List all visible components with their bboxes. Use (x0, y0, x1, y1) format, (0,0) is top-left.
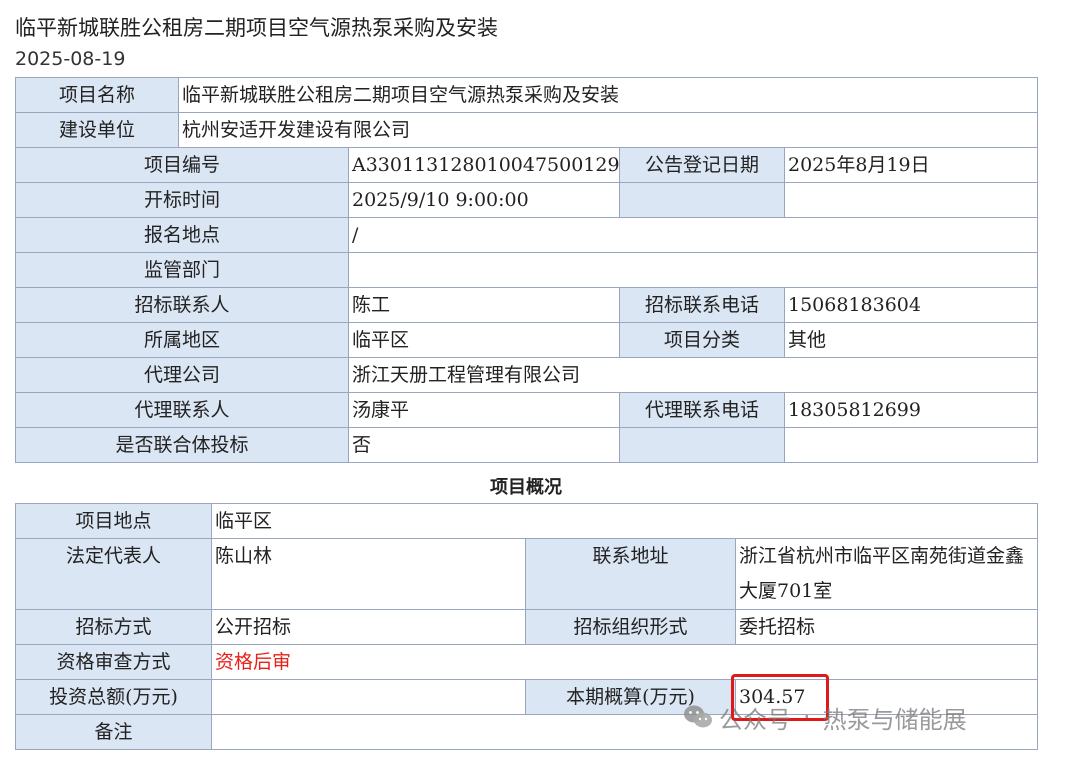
contact-label: 招标联系人 (15, 287, 349, 323)
table-row: 所属地区 临平区 项目分类 其他 (15, 322, 1039, 358)
invest-value (211, 679, 526, 715)
supervisor-value (347, 252, 1039, 288)
table-row: 法定代表人 陈山林 联系地址 浙江省杭州市临平区南苑街道金鑫大厦701室 (15, 538, 1039, 610)
signup-label: 报名地点 (15, 217, 349, 253)
publish-date: 2025-08-19 (15, 48, 126, 70)
table-row: 项目地点 临平区 (15, 503, 1039, 539)
empty-value-cell (783, 182, 1039, 218)
builder-label: 建设单位 (15, 112, 179, 148)
bid-open-value: 2025/9/10 9:00:00 (348, 182, 620, 218)
table-row: 是否联合体投标 否 (15, 427, 1039, 463)
project-no-value: A3301131280100475001291 (348, 147, 620, 183)
region-value: 临平区 (348, 322, 620, 358)
watermark-left-text: 公众号 (719, 705, 791, 734)
table-row: 报名地点 / (15, 217, 1039, 253)
agent-contact-value: 汤康平 (348, 392, 620, 428)
watermark-separator: · (803, 703, 811, 731)
empty-label-cell (619, 182, 785, 218)
agent-phone-value: 18305812699 (783, 392, 1039, 428)
watermark-right-text: 热泵与储能展 (822, 705, 967, 734)
agent-label: 代理公司 (15, 357, 349, 393)
agent-value: 浙江天册工程管理有限公司 (347, 357, 1039, 393)
wechat-icon (684, 705, 712, 728)
address-value: 浙江省杭州市临平区南苑街道金鑫大厦701室 (734, 538, 1039, 610)
page-title: 临平新城联胜公租房二期项目空气源热泵采购及安装 (15, 16, 498, 40)
table-row: 招标方式 公开招标 招标组织形式 委托招标 (15, 609, 1039, 645)
qual-label: 资格审查方式 (15, 644, 212, 680)
table-row: 开标时间 2025/9/10 9:00:00 (15, 182, 1039, 218)
remark-label: 备注 (15, 714, 212, 750)
location-value: 临平区 (210, 503, 1039, 539)
region-label: 所属地区 (15, 322, 349, 358)
project-name-value: 临平新城联胜公租房二期项目空气源热泵采购及安装 (177, 77, 1039, 113)
project-name-label: 项目名称 (15, 77, 179, 113)
table-row: 代理公司 浙江天册工程管理有限公司 (15, 357, 1039, 393)
table-row: 资格审查方式 资格后审 (15, 644, 1039, 680)
invest-label: 投资总额(万元) (15, 679, 212, 715)
table-row: 监管部门 (15, 252, 1039, 288)
overview-section-title: 项目概况 (490, 477, 562, 498)
agent-contact-label: 代理联系人 (15, 392, 349, 428)
table-row: 建设单位 杭州安适开发建设有限公司 (15, 112, 1039, 148)
watermark: 公众号 · 热泵与储能展 (683, 697, 967, 737)
project-no-label: 项目编号 (15, 147, 349, 183)
table-row: 项目编号 A3301131280100475001291 公告登记日期 2025… (15, 147, 1039, 183)
joint-bid-label: 是否联合体投标 (15, 427, 349, 463)
qual-value: 资格后审 (210, 644, 1039, 680)
address-label: 联系地址 (525, 538, 736, 610)
legal-rep-label: 法定代表人 (15, 538, 212, 610)
supervisor-label: 监管部门 (15, 252, 349, 288)
legal-rep-value: 陈山林 (211, 538, 526, 610)
category-value: 其他 (783, 322, 1039, 358)
table-row: 代理联系人 汤康平 代理联系电话 18305812699 (15, 392, 1039, 428)
empty-label-cell (619, 427, 785, 463)
bid-open-label: 开标时间 (15, 182, 349, 218)
table-row: 项目名称 临平新城联胜公租房二期项目空气源热泵采购及安装 (15, 77, 1039, 113)
project-info-table: 项目名称 临平新城联胜公租房二期项目空气源热泵采购及安装 建设单位 杭州安适开发… (15, 77, 1039, 463)
empty-value-cell (783, 427, 1039, 463)
announce-date-label: 公告登记日期 (619, 147, 785, 183)
builder-value: 杭州安适开发建设有限公司 (177, 112, 1039, 148)
contact-phone-value: 15068183604 (783, 287, 1039, 323)
table-row: 招标联系人 陈工 招标联系电话 15068183604 (15, 287, 1039, 323)
contact-value: 陈工 (348, 287, 620, 323)
method-value: 公开招标 (211, 609, 526, 645)
category-label: 项目分类 (619, 322, 785, 358)
announce-date-value: 2025年8月19日 (783, 147, 1039, 183)
agent-phone-label: 代理联系电话 (619, 392, 785, 428)
org-form-value: 委托招标 (734, 609, 1039, 645)
method-label: 招标方式 (15, 609, 212, 645)
org-form-label: 招标组织形式 (525, 609, 736, 645)
location-label: 项目地点 (15, 503, 212, 539)
contact-phone-label: 招标联系电话 (619, 287, 785, 323)
joint-bid-value: 否 (348, 427, 620, 463)
signup-value: / (347, 217, 1039, 253)
